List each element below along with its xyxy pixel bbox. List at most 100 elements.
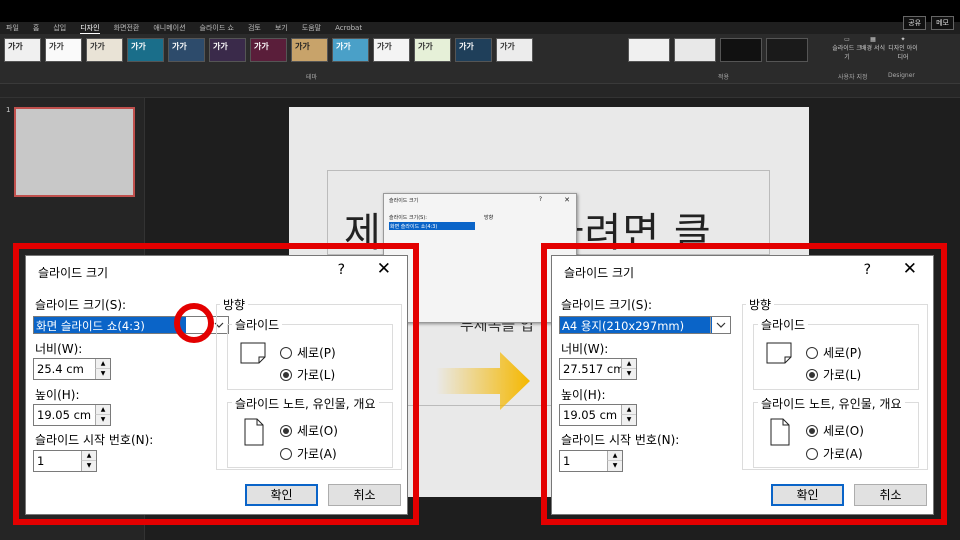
- tab-view[interactable]: 보기: [275, 23, 288, 33]
- variant-4[interactable]: [766, 38, 808, 62]
- chevron-down-icon[interactable]: [710, 317, 730, 333]
- spin-down-icon[interactable]: ▼: [95, 415, 110, 425]
- height-value: 19.05 cm: [563, 408, 618, 422]
- slide-size-icon: ▭: [844, 36, 850, 43]
- slide-portrait-radio[interactable]: 세로(P): [280, 344, 336, 361]
- height-label: 높이(H):: [35, 388, 80, 402]
- slide-landscape-label: 가로(L): [297, 368, 336, 382]
- tab-acrobat[interactable]: Acrobat: [335, 24, 362, 32]
- tab-slideshow[interactable]: 슬라이드 쇼: [200, 23, 234, 33]
- radio-circle-selected: [280, 368, 292, 381]
- spin-up-icon[interactable]: ▲: [621, 359, 636, 369]
- ok-button[interactable]: 확인: [245, 484, 318, 506]
- design-ideas-label: 디자인 아이디어: [888, 45, 918, 61]
- height-spinner[interactable]: 19.05 cm ▲ ▼: [33, 404, 111, 426]
- slide-orientation-label: 슬라이드: [758, 316, 809, 333]
- ribbon-tabs: 파일 홈 삽입 디자인 화면전환 애니메이션 슬라이드 쇼 검토 보기 도움말 …: [0, 22, 960, 34]
- notes-landscape-label: 가로(A): [823, 447, 863, 461]
- cancel-button[interactable]: 취소: [328, 484, 401, 506]
- theme-9[interactable]: 가가: [332, 38, 369, 62]
- spin-down-icon[interactable]: ▼: [81, 461, 96, 471]
- theme-office[interactable]: 가가: [4, 38, 41, 62]
- customize-group-label: 사용자 지정: [838, 74, 868, 81]
- comments-button[interactable]: 메모: [931, 16, 954, 30]
- tab-review[interactable]: 검토: [248, 23, 261, 33]
- notes-landscape-radio[interactable]: 가로(A): [806, 445, 863, 462]
- radio-circle-selected: [806, 368, 818, 381]
- spin-up-icon[interactable]: ▲: [95, 405, 110, 415]
- top-right-actions: 공유 메모: [903, 16, 954, 30]
- theme-12[interactable]: 가가: [455, 38, 492, 62]
- theme-8[interactable]: 가가: [291, 38, 328, 62]
- slide-orientation-label: 슬라이드: [232, 316, 283, 333]
- theme-10[interactable]: 가가: [373, 38, 410, 62]
- notes-portrait-label: 세로(O): [823, 424, 864, 438]
- slide-portrait-label: 세로(P): [297, 346, 336, 360]
- height-spinner[interactable]: 19.05 cm ▲ ▼: [559, 404, 637, 426]
- width-spinner[interactable]: 25.4 cm ▲ ▼: [33, 358, 111, 380]
- format-background-button[interactable]: ▦ 배경 서식: [858, 36, 888, 70]
- spin-down-icon[interactable]: ▼: [621, 415, 636, 425]
- start-number-spinner[interactable]: 1 ▲ ▼: [33, 450, 97, 472]
- thumbnail-number: 1: [6, 106, 11, 114]
- theme-2[interactable]: 가가: [45, 38, 82, 62]
- tab-file[interactable]: 파일: [6, 23, 19, 33]
- paint-icon: ▦: [870, 36, 876, 43]
- slide-size-dialog-after: 슬라이드 크기 ? ✕ 슬라이드 크기(S): A4 용지(210x297mm)…: [551, 255, 934, 515]
- mini-size-label: 슬라이드 크기(S):: [389, 215, 427, 221]
- theme-3[interactable]: 가가: [86, 38, 123, 62]
- tab-transitions[interactable]: 화면전환: [114, 23, 140, 33]
- spin-down-icon[interactable]: ▼: [621, 369, 636, 379]
- tab-design[interactable]: 디자인: [80, 23, 100, 34]
- tab-home[interactable]: 홈: [33, 23, 39, 33]
- slide-landscape-radio[interactable]: 가로(L): [280, 366, 335, 383]
- cancel-button[interactable]: 취소: [854, 484, 927, 506]
- theme-4[interactable]: 가가: [127, 38, 164, 62]
- spin-up-icon[interactable]: ▲: [621, 405, 636, 415]
- spin-down-icon[interactable]: ▼: [607, 461, 622, 471]
- height-value: 19.05 cm: [37, 408, 92, 422]
- dialog-title: 슬라이드 크기: [38, 266, 109, 280]
- spin-down-icon[interactable]: ▼: [95, 369, 110, 379]
- notes-portrait-radio[interactable]: 세로(O): [280, 422, 338, 439]
- ok-button[interactable]: 확인: [771, 484, 844, 506]
- variant-1[interactable]: [628, 38, 670, 62]
- theme-6[interactable]: 가가: [209, 38, 246, 62]
- slide-thumbnail[interactable]: [14, 107, 135, 197]
- theme-7[interactable]: 가가: [250, 38, 287, 62]
- spin-up-icon[interactable]: ▲: [95, 359, 110, 369]
- theme-5[interactable]: 가가: [168, 38, 205, 62]
- variant-3[interactable]: [720, 38, 762, 62]
- landscape-page-icon: [766, 342, 792, 364]
- theme-gallery: 가가 가가 가가 가가 가가 가가 가가 가가 가가 가가 가가 가가 가가: [4, 38, 533, 62]
- share-button[interactable]: 공유: [903, 16, 927, 30]
- orientation-label: 방향: [746, 296, 775, 313]
- radio-circle-selected: [280, 424, 292, 437]
- help-icon[interactable]: ?: [338, 262, 345, 278]
- tab-animations[interactable]: 애니메이션: [153, 23, 185, 33]
- close-icon[interactable]: ✕: [377, 259, 391, 279]
- start-number-spinner[interactable]: 1 ▲ ▼: [559, 450, 623, 472]
- tab-insert[interactable]: 삽입: [53, 23, 66, 33]
- notes-orientation-label: 슬라이드 노트, 유인물, 개요: [232, 395, 379, 412]
- theme-11[interactable]: 가가: [414, 38, 451, 62]
- radio-circle: [806, 346, 818, 359]
- highlight-circle: [174, 303, 214, 343]
- tab-help[interactable]: 도움말: [302, 23, 321, 33]
- spin-up-icon[interactable]: ▲: [81, 451, 96, 461]
- slide-landscape-radio[interactable]: 가로(L): [806, 366, 861, 383]
- width-value: 27.517 cm: [563, 362, 625, 376]
- width-value: 25.4 cm: [37, 362, 84, 376]
- notes-portrait-radio[interactable]: 세로(O): [806, 422, 864, 439]
- variant-2[interactable]: [674, 38, 716, 62]
- design-ideas-button[interactable]: ✦ 디자인 아이디어: [888, 36, 918, 70]
- close-icon[interactable]: ✕: [903, 259, 917, 279]
- slide-portrait-radio[interactable]: 세로(P): [806, 344, 862, 361]
- width-spinner[interactable]: 27.517 cm ▲ ▼: [559, 358, 637, 380]
- help-icon[interactable]: ?: [864, 262, 871, 278]
- theme-13[interactable]: 가가: [496, 38, 533, 62]
- variants-gallery: [628, 38, 808, 62]
- slide-size-select[interactable]: A4 용지(210x297mm): [559, 316, 731, 334]
- spin-up-icon[interactable]: ▲: [607, 451, 622, 461]
- notes-landscape-radio[interactable]: 가로(A): [280, 445, 337, 462]
